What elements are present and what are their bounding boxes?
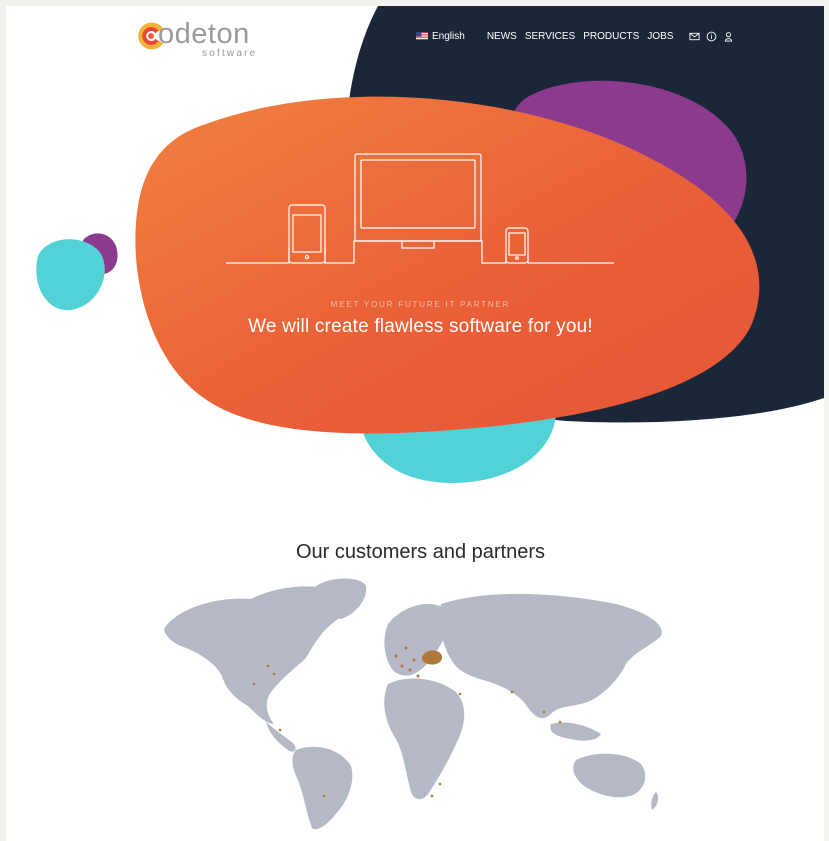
language-switcher[interactable]: English [416,31,465,42]
partner-marker [278,728,282,732]
map-asia [440,593,662,719]
logo-text: odeton [158,18,250,50]
nav-news[interactable]: NEWS [487,31,517,42]
partner-marker [322,794,326,798]
map-australia [573,753,646,798]
info-icon[interactable] [706,31,717,42]
partner-marker [412,658,416,662]
main-nav: English NEWS SERVICES PRODUCTS JOBS [416,28,740,44]
user-icon[interactable] [723,31,734,42]
page: odeton software English NEWS SERVICES PR… [6,6,824,841]
map-central-america [266,722,296,752]
hero-title: We will create flawless software for you… [248,316,593,337]
map-south-america [292,746,353,830]
nav-icons [689,31,740,42]
map-africa [384,678,465,800]
hero-background [36,6,824,484]
partner-marker [394,654,398,658]
map-north-america [164,586,349,724]
logo-subtitle: software [202,48,258,59]
partner-marker [458,692,462,696]
mail-icon[interactable] [689,31,700,42]
partner-marker [558,720,562,724]
partner-marker [272,672,276,676]
us-flag-icon [416,32,428,40]
partner-marker [438,782,442,786]
logo[interactable]: odeton software [136,18,266,62]
map-se-asia [550,722,601,741]
partner-marker [430,794,434,798]
partner-marker [408,668,412,672]
partner-marker [510,690,514,694]
partner-marker [416,674,420,678]
nav-jobs[interactable]: JOBS [647,31,673,42]
partner-marker [266,664,270,668]
world-map [164,578,662,830]
partner-marker [252,682,256,686]
partner-marker [542,710,546,714]
partner-marker [404,646,408,650]
partners-title: Our customers and partners [296,541,545,563]
hero-tagline: MEET YOUR FUTURE IT PARTNER [330,300,511,309]
nav-services[interactable]: SERVICES [525,31,575,42]
nav-products[interactable]: PRODUCTS [583,31,639,42]
language-label: English [432,30,465,42]
partner-marker [400,664,404,668]
